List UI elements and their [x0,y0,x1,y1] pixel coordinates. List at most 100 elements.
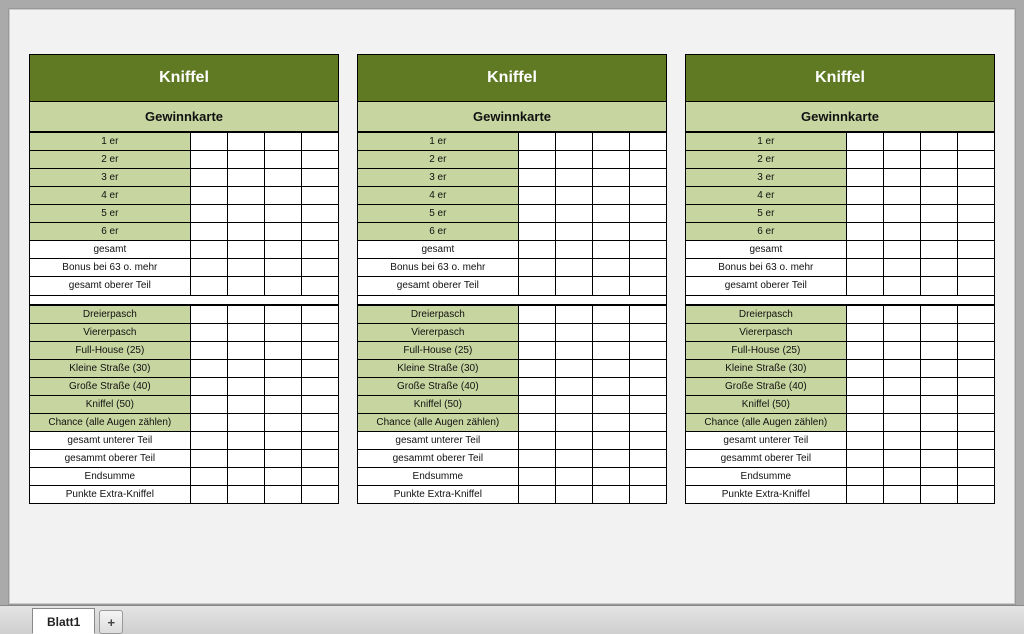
score-cell[interactable] [518,223,555,241]
score-cell[interactable] [264,305,301,323]
score-cell[interactable] [555,241,592,259]
score-cell[interactable] [920,241,957,259]
score-cell[interactable] [846,223,883,241]
score-cell[interactable] [883,395,920,413]
score-cell[interactable] [846,205,883,223]
score-cell[interactable] [227,341,264,359]
score-cell[interactable] [264,413,301,431]
score-cell[interactable] [190,395,227,413]
score-cell[interactable] [518,377,555,395]
score-cell[interactable] [555,187,592,205]
score-cell[interactable] [227,169,264,187]
score-cell[interactable] [190,277,227,295]
score-cell[interactable] [518,169,555,187]
score-cell[interactable] [227,259,264,277]
score-cell[interactable] [629,449,666,467]
score-cell[interactable] [592,133,629,151]
score-cell[interactable] [264,187,301,205]
score-cell[interactable] [846,413,883,431]
score-cell[interactable] [264,485,301,503]
score-cell[interactable] [555,305,592,323]
score-cell[interactable] [555,259,592,277]
score-cell[interactable] [883,377,920,395]
score-cell[interactable] [957,305,994,323]
score-cell[interactable] [957,259,994,277]
score-cell[interactable] [592,449,629,467]
score-cell[interactable] [227,151,264,169]
score-cell[interactable] [846,259,883,277]
score-cell[interactable] [518,395,555,413]
score-cell[interactable] [190,323,227,341]
score-cell[interactable] [592,323,629,341]
score-cell[interactable] [190,431,227,449]
score-cell[interactable] [555,467,592,485]
score-cell[interactable] [301,133,338,151]
score-cell[interactable] [920,467,957,485]
score-cell[interactable] [264,277,301,295]
score-cell[interactable] [920,169,957,187]
score-cell[interactable] [190,169,227,187]
score-cell[interactable] [883,305,920,323]
score-cell[interactable] [629,431,666,449]
score-cell[interactable] [518,467,555,485]
score-cell[interactable] [846,359,883,377]
score-cell[interactable] [264,241,301,259]
score-cell[interactable] [629,205,666,223]
score-cell[interactable] [592,431,629,449]
score-cell[interactable] [883,259,920,277]
score-cell[interactable] [518,341,555,359]
score-cell[interactable] [301,431,338,449]
score-cell[interactable] [264,341,301,359]
score-cell[interactable] [227,377,264,395]
score-cell[interactable] [629,395,666,413]
score-cell[interactable] [846,151,883,169]
score-cell[interactable] [957,205,994,223]
sheet-tab-active[interactable]: Blatt1 [32,608,95,634]
score-cell[interactable] [846,449,883,467]
score-cell[interactable] [920,151,957,169]
score-cell[interactable] [555,341,592,359]
score-cell[interactable] [301,259,338,277]
score-cell[interactable] [555,395,592,413]
score-cell[interactable] [883,223,920,241]
score-cell[interactable] [846,323,883,341]
score-cell[interactable] [555,133,592,151]
score-cell[interactable] [629,413,666,431]
score-cell[interactable] [264,223,301,241]
score-cell[interactable] [190,205,227,223]
score-cell[interactable] [920,431,957,449]
score-cell[interactable] [592,413,629,431]
score-cell[interactable] [227,305,264,323]
score-cell[interactable] [301,241,338,259]
score-cell[interactable] [846,395,883,413]
score-cell[interactable] [920,277,957,295]
score-cell[interactable] [883,359,920,377]
score-cell[interactable] [629,259,666,277]
score-cell[interactable] [883,449,920,467]
score-cell[interactable] [957,341,994,359]
score-cell[interactable] [920,413,957,431]
score-cell[interactable] [518,359,555,377]
score-cell[interactable] [518,241,555,259]
score-cell[interactable] [227,413,264,431]
score-cell[interactable] [555,277,592,295]
score-cell[interactable] [883,323,920,341]
score-cell[interactable] [592,223,629,241]
score-cell[interactable] [883,241,920,259]
score-cell[interactable] [227,323,264,341]
score-cell[interactable] [920,485,957,503]
score-cell[interactable] [518,413,555,431]
score-cell[interactable] [883,431,920,449]
score-cell[interactable] [301,277,338,295]
score-cell[interactable] [629,241,666,259]
score-cell[interactable] [518,277,555,295]
score-cell[interactable] [264,151,301,169]
score-cell[interactable] [555,431,592,449]
score-cell[interactable] [846,485,883,503]
score-cell[interactable] [957,223,994,241]
score-cell[interactable] [883,485,920,503]
score-cell[interactable] [592,485,629,503]
score-cell[interactable] [301,323,338,341]
score-cell[interactable] [883,187,920,205]
score-cell[interactable] [592,359,629,377]
